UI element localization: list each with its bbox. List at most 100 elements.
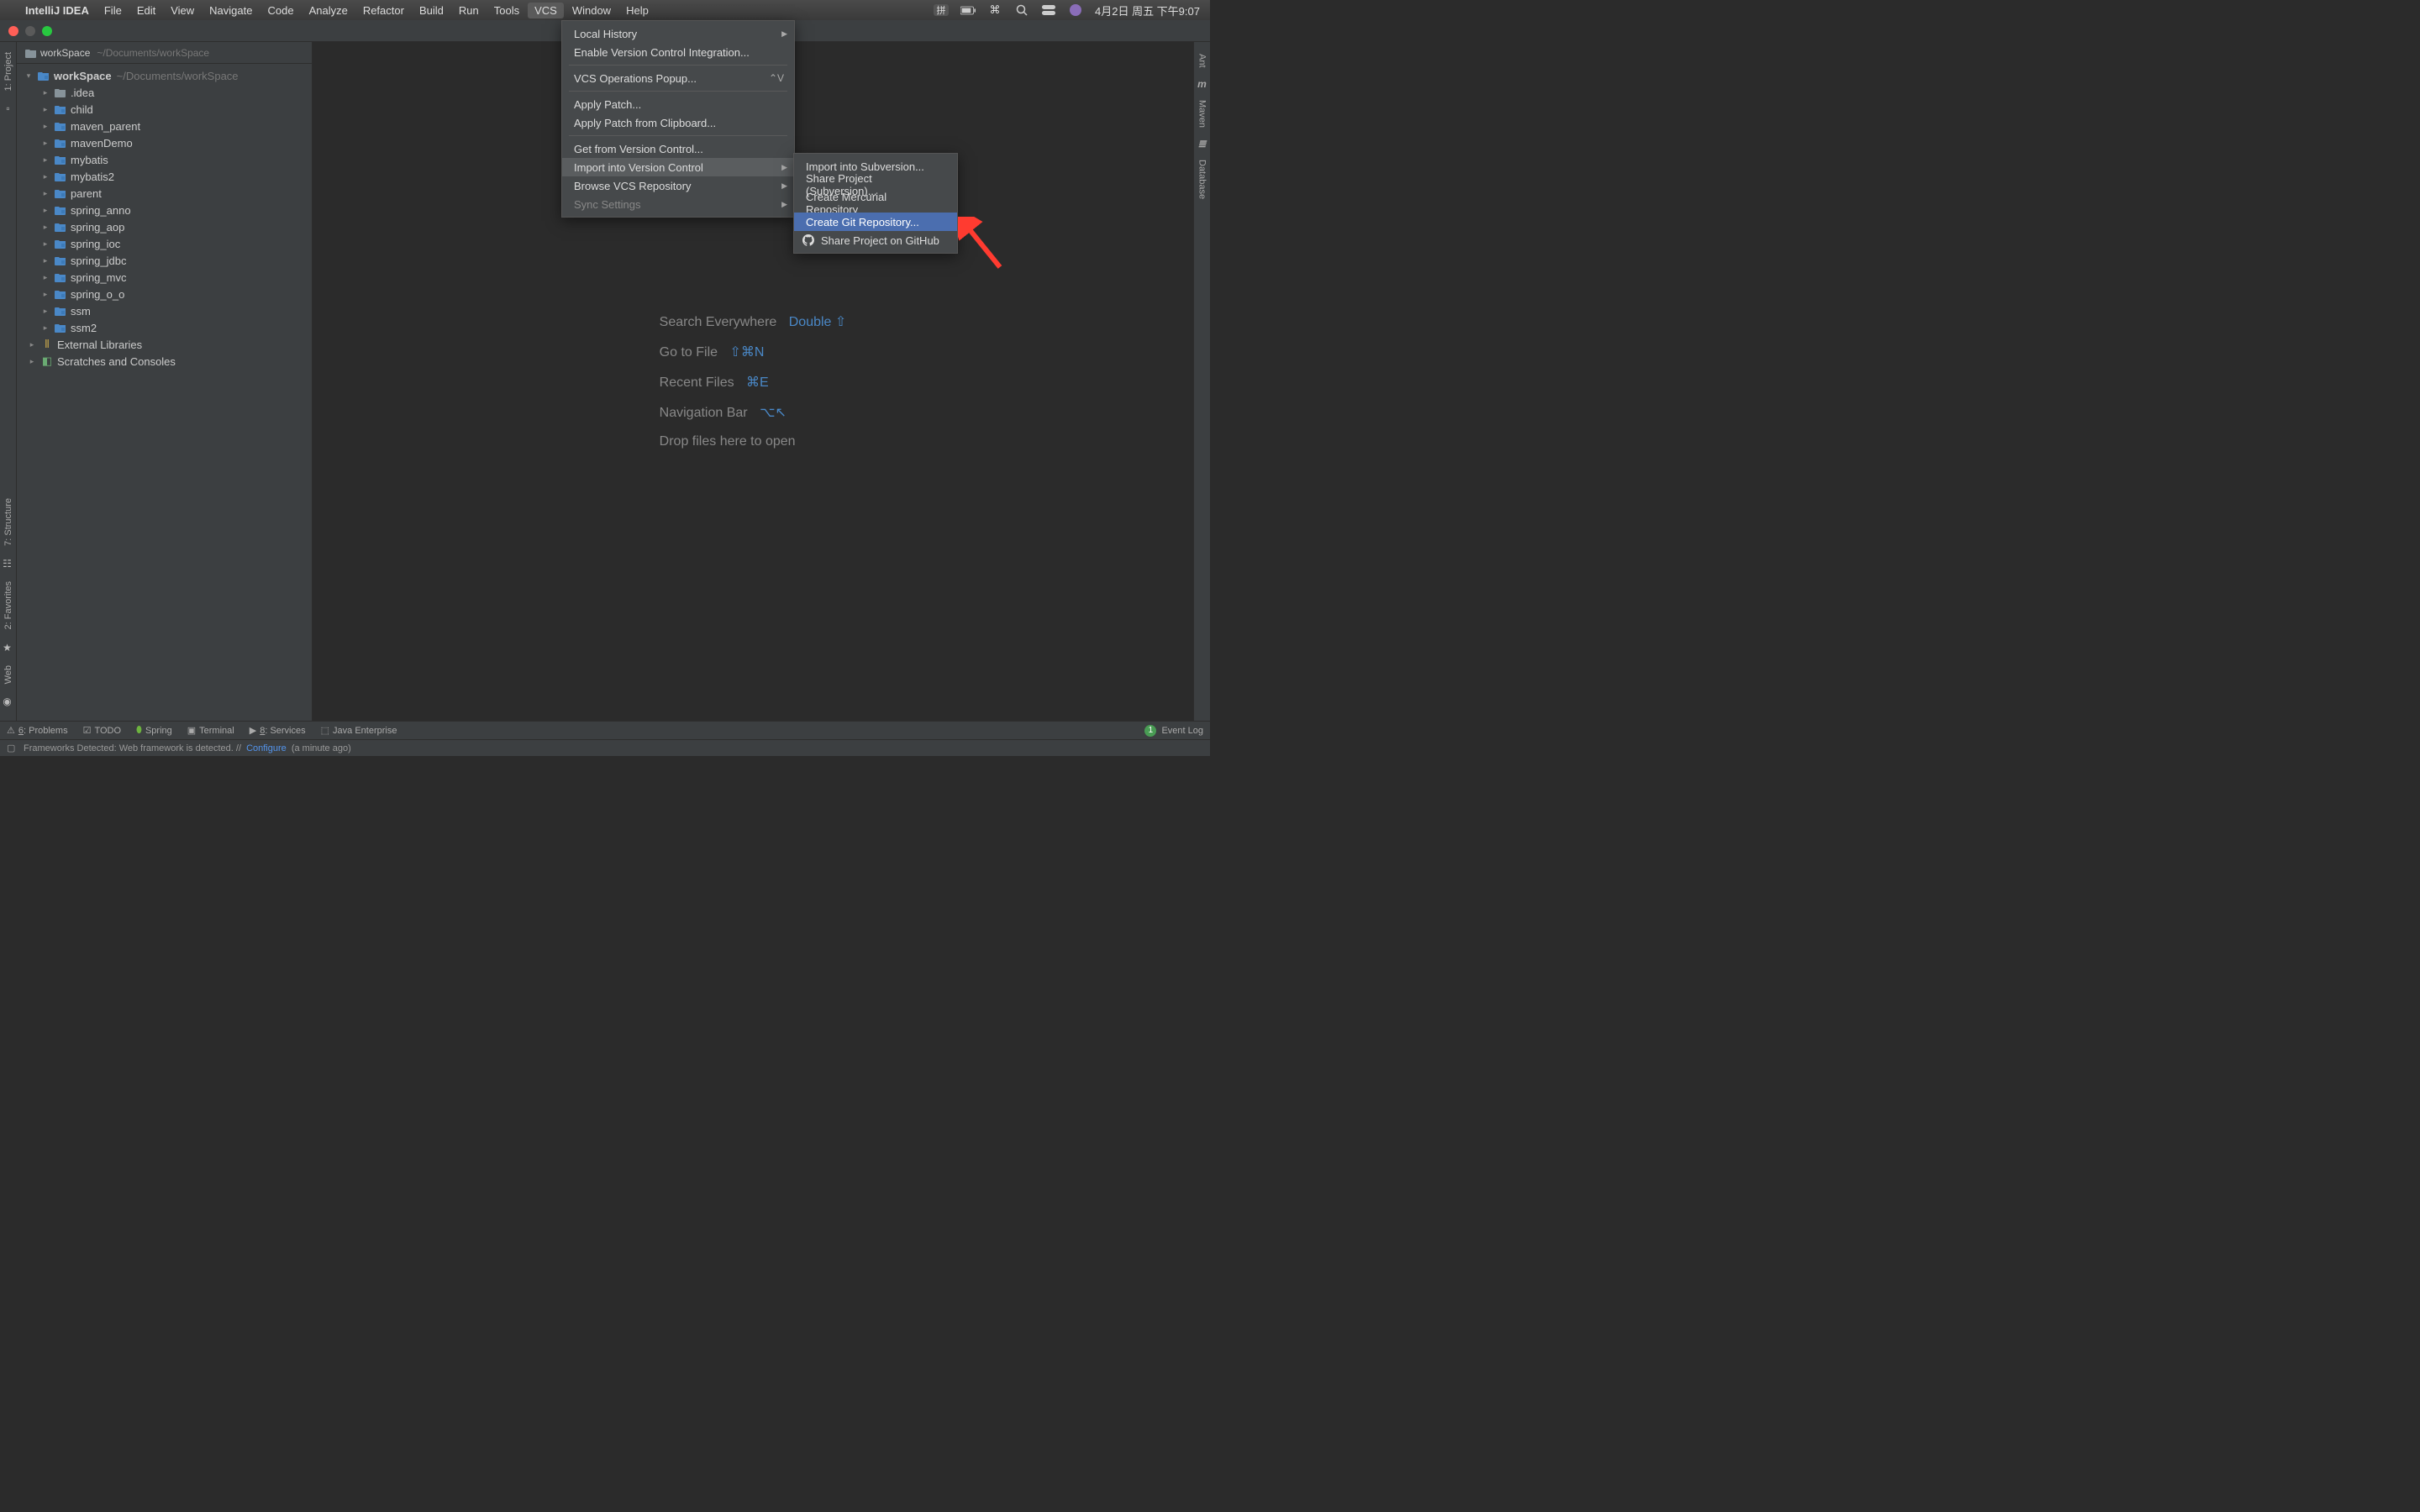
chevron-right-icon[interactable]: ▸ [40, 273, 50, 282]
menu-item[interactable]: Enable Version Control Integration... [562, 43, 794, 61]
tree-root[interactable]: ▾ workSpace ~/Documents/workSpace [17, 67, 312, 84]
tree-item[interactable]: ▸ ssm [17, 302, 312, 319]
chevron-right-icon[interactable]: ▸ [40, 189, 50, 198]
chevron-right-icon[interactable]: ▸ [40, 206, 50, 215]
tree-item[interactable]: ▸ mavenDemo [17, 134, 312, 151]
chevron-right-icon[interactable]: ▸ [40, 105, 50, 114]
tree-item[interactable]: ▸ spring_mvc [17, 269, 312, 286]
chevron-right-icon[interactable]: ▸ [40, 122, 50, 131]
tree-item-label: spring_o_o [71, 288, 124, 301]
link-icon[interactable]: ⌘ [987, 4, 1002, 16]
event-log-button[interactable]: Event Log [1161, 726, 1203, 736]
chevron-right-icon[interactable]: ▸ [40, 155, 50, 165]
tree-item[interactable]: ▸ spring_o_o [17, 286, 312, 302]
menu-view[interactable]: View [171, 4, 194, 17]
control-center-icon[interactable] [1041, 4, 1056, 16]
maven-tool-button[interactable]: Maven [1196, 93, 1209, 134]
tree-item-label: mybatis [71, 154, 108, 166]
menu-code[interactable]: Code [267, 4, 293, 17]
tree-item[interactable]: ▸ maven_parent [17, 118, 312, 134]
tree-item[interactable]: ▸ spring_aop [17, 218, 312, 235]
todo-tool-button[interactable]: ☑ TODO [83, 725, 121, 736]
chevron-right-icon[interactable]: ▸ [40, 139, 50, 148]
favorites-tool-button[interactable]: 2: Favorites [2, 575, 15, 636]
chevron-right-icon[interactable]: ▸ [27, 340, 37, 349]
menu-item[interactable]: Local History▶ [562, 24, 794, 43]
siri-icon[interactable] [1068, 4, 1083, 16]
menu-item[interactable]: Create Mercurial Repository [794, 194, 957, 213]
right-tool-stripe: Ant m Maven ≣ Database [1193, 42, 1210, 721]
menu-edit[interactable]: Edit [137, 4, 155, 17]
menu-item[interactable]: Browse VCS Repository▶ [562, 176, 794, 195]
menu-item[interactable]: Apply Patch... [562, 95, 794, 113]
configure-link[interactable]: Configure [246, 743, 287, 753]
chevron-right-icon[interactable]: ▸ [40, 239, 50, 249]
tree-scratches[interactable]: ▸ ◧ Scratches and Consoles [17, 353, 312, 370]
tree-external-libs[interactable]: ▸ ⫴ External Libraries [17, 336, 312, 353]
spring-tool-button[interactable]: ⬮ Spring [136, 725, 172, 736]
javaee-tool-button[interactable]: ⬚ Java Enterprise [321, 725, 397, 736]
tree-item[interactable]: ▸ mybatis2 [17, 168, 312, 185]
tree-item[interactable]: ▸ child [17, 101, 312, 118]
module-folder-icon [54, 289, 67, 299]
structure-tool-button[interactable]: 7: Structure [2, 491, 15, 553]
menu-help[interactable]: Help [626, 4, 649, 17]
star-icon: ★ [2, 642, 13, 654]
warning-icon: ⚠ [7, 725, 15, 736]
chevron-right-icon[interactable]: ▸ [40, 323, 50, 333]
app-name[interactable]: IntelliJ IDEA [25, 4, 89, 17]
menu-vcs[interactable]: VCS [528, 3, 564, 18]
tree-item[interactable]: ▸ ssm2 [17, 319, 312, 336]
terminal-tool-button[interactable]: ▣ Terminal [187, 725, 234, 736]
tree-item-label: mybatis2 [71, 171, 114, 183]
menu-item[interactable]: VCS Operations Popup...⌃V [562, 69, 794, 87]
menu-refactor[interactable]: Refactor [363, 4, 404, 17]
status-icon[interactable]: ▢ [7, 743, 18, 753]
menu-item[interactable]: Share Project on GitHub [794, 231, 957, 249]
chevron-right-icon[interactable]: ▸ [40, 223, 50, 232]
close-window-button[interactable] [8, 26, 18, 36]
project-tree[interactable]: ▾ workSpace ~/Documents/workSpace ▸ .ide… [17, 64, 312, 373]
menu-analyze[interactable]: Analyze [309, 4, 348, 17]
menu-navigate[interactable]: Navigate [209, 4, 252, 17]
left-tool-stripe: 1: Project ▫ 7: Structure ☷ 2: Favorites… [0, 42, 17, 721]
tree-item[interactable]: ▸ spring_jdbc [17, 252, 312, 269]
menu-item[interactable]: Import into Version Control▶ [562, 158, 794, 176]
chevron-right-icon[interactable]: ▸ [40, 307, 50, 316]
tree-item[interactable]: ▸ spring_anno [17, 202, 312, 218]
tree-item[interactable]: ▸ spring_ioc [17, 235, 312, 252]
clock[interactable]: 4月2日 周五 下午9:07 [1095, 3, 1200, 18]
menu-run[interactable]: Run [459, 4, 479, 17]
menu-file[interactable]: File [104, 4, 122, 17]
minimize-window-button[interactable] [25, 26, 35, 36]
input-method-icon[interactable]: 拼 [934, 4, 949, 16]
menu-item[interactable]: Create Git Repository... [794, 213, 957, 231]
breadcrumb-name[interactable]: workSpace [40, 47, 90, 59]
chevron-right-icon[interactable]: ▸ [40, 256, 50, 265]
ant-tool-button[interactable]: Ant [1196, 47, 1209, 75]
structure-icon: ☷ [2, 558, 13, 570]
search-icon[interactable] [1014, 4, 1029, 16]
project-tool-button[interactable]: 1: Project [2, 45, 15, 97]
tree-item-label: spring_anno [71, 204, 131, 217]
menu-item[interactable]: Get from Version Control... [562, 139, 794, 158]
chevron-right-icon[interactable]: ▸ [40, 290, 50, 299]
battery-icon[interactable] [960, 4, 976, 16]
maximize-window-button[interactable] [42, 26, 52, 36]
tree-item[interactable]: ▸ parent [17, 185, 312, 202]
tree-item[interactable]: ▸ .idea [17, 84, 312, 101]
chevron-right-icon[interactable]: ▸ [40, 172, 50, 181]
tree-item[interactable]: ▸ mybatis [17, 151, 312, 168]
chevron-right-icon[interactable]: ▸ [40, 88, 50, 97]
services-tool-button[interactable]: ▶ 8: Services [250, 725, 306, 736]
chevron-right-icon[interactable]: ▸ [27, 357, 37, 366]
menu-item[interactable]: Apply Patch from Clipboard... [562, 113, 794, 132]
chevron-down-icon[interactable]: ▾ [24, 71, 34, 81]
web-tool-button[interactable]: Web [2, 659, 15, 690]
problems-tool-button[interactable]: ⚠ 6: Problems [7, 725, 68, 736]
database-tool-button[interactable]: Database [1196, 153, 1209, 206]
menu-window[interactable]: Window [572, 4, 611, 17]
menu-tools[interactable]: Tools [494, 4, 519, 17]
menu-build[interactable]: Build [419, 4, 444, 17]
breadcrumb-path: ~/Documents/workSpace [97, 47, 209, 59]
